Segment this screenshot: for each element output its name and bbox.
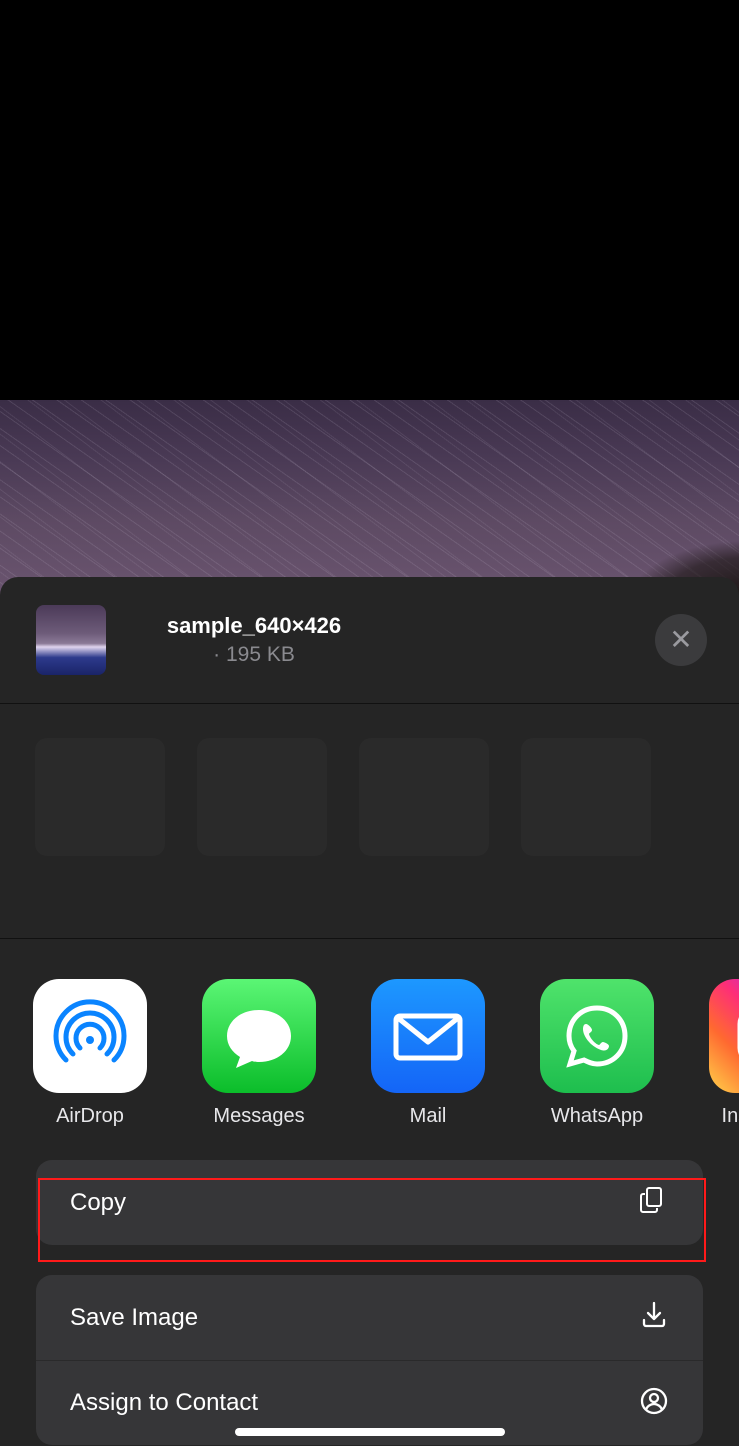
action-label: Save Image — [70, 1304, 198, 1332]
action-group: Copy — [36, 1160, 703, 1245]
copy-icon — [637, 1184, 669, 1221]
sheet-header: sample_640×426 · 195 KB ✕ — [0, 577, 739, 703]
share-app-messages[interactable]: Messages — [202, 979, 316, 1128]
save-image-action[interactable]: Save Image — [36, 1275, 703, 1360]
download-icon — [639, 1300, 669, 1335]
share-app-instagram[interactable]: Instagram — [709, 979, 739, 1128]
close-button[interactable]: ✕ — [655, 614, 707, 666]
background-photo — [0, 400, 739, 600]
app-label: Instagram — [722, 1105, 739, 1128]
recent-placeholder — [197, 738, 327, 856]
airdrop-icon — [33, 979, 147, 1093]
recent-placeholder — [359, 738, 489, 856]
file-thumbnail — [36, 605, 106, 675]
recent-placeholder — [521, 738, 651, 856]
contact-icon — [639, 1386, 669, 1421]
action-label: Assign to Contact — [70, 1389, 258, 1417]
file-size: · 195 KB — [124, 643, 384, 667]
app-label: Messages — [213, 1105, 304, 1128]
airdrop-recents-row — [0, 704, 739, 939]
home-indicator[interactable] — [235, 1428, 505, 1436]
app-label: WhatsApp — [551, 1105, 643, 1128]
file-info: sample_640×426 · 195 KB — [124, 613, 384, 667]
mail-icon — [371, 979, 485, 1093]
action-list: Copy Save Image — [0, 1128, 739, 1445]
share-sheet: sample_640×426 · 195 KB ✕ — [0, 577, 739, 1446]
whatsapp-icon — [540, 979, 654, 1093]
file-name: sample_640×426 — [124, 613, 384, 639]
instagram-icon — [709, 979, 739, 1093]
recent-placeholder — [35, 738, 165, 856]
share-app-airdrop[interactable]: AirDrop — [33, 979, 147, 1128]
share-apps-row[interactable]: AirDrop Messages Mail — [0, 939, 739, 1128]
action-group: Save Image Assign to Contact — [36, 1275, 703, 1445]
app-label: AirDrop — [56, 1105, 124, 1128]
messages-icon — [202, 979, 316, 1093]
share-app-whatsapp[interactable]: WhatsApp — [540, 979, 654, 1128]
copy-action[interactable]: Copy — [36, 1160, 703, 1245]
share-app-mail[interactable]: Mail — [371, 979, 485, 1128]
close-icon: ✕ — [669, 626, 692, 654]
action-label: Copy — [70, 1189, 126, 1217]
app-label: Mail — [410, 1105, 447, 1128]
